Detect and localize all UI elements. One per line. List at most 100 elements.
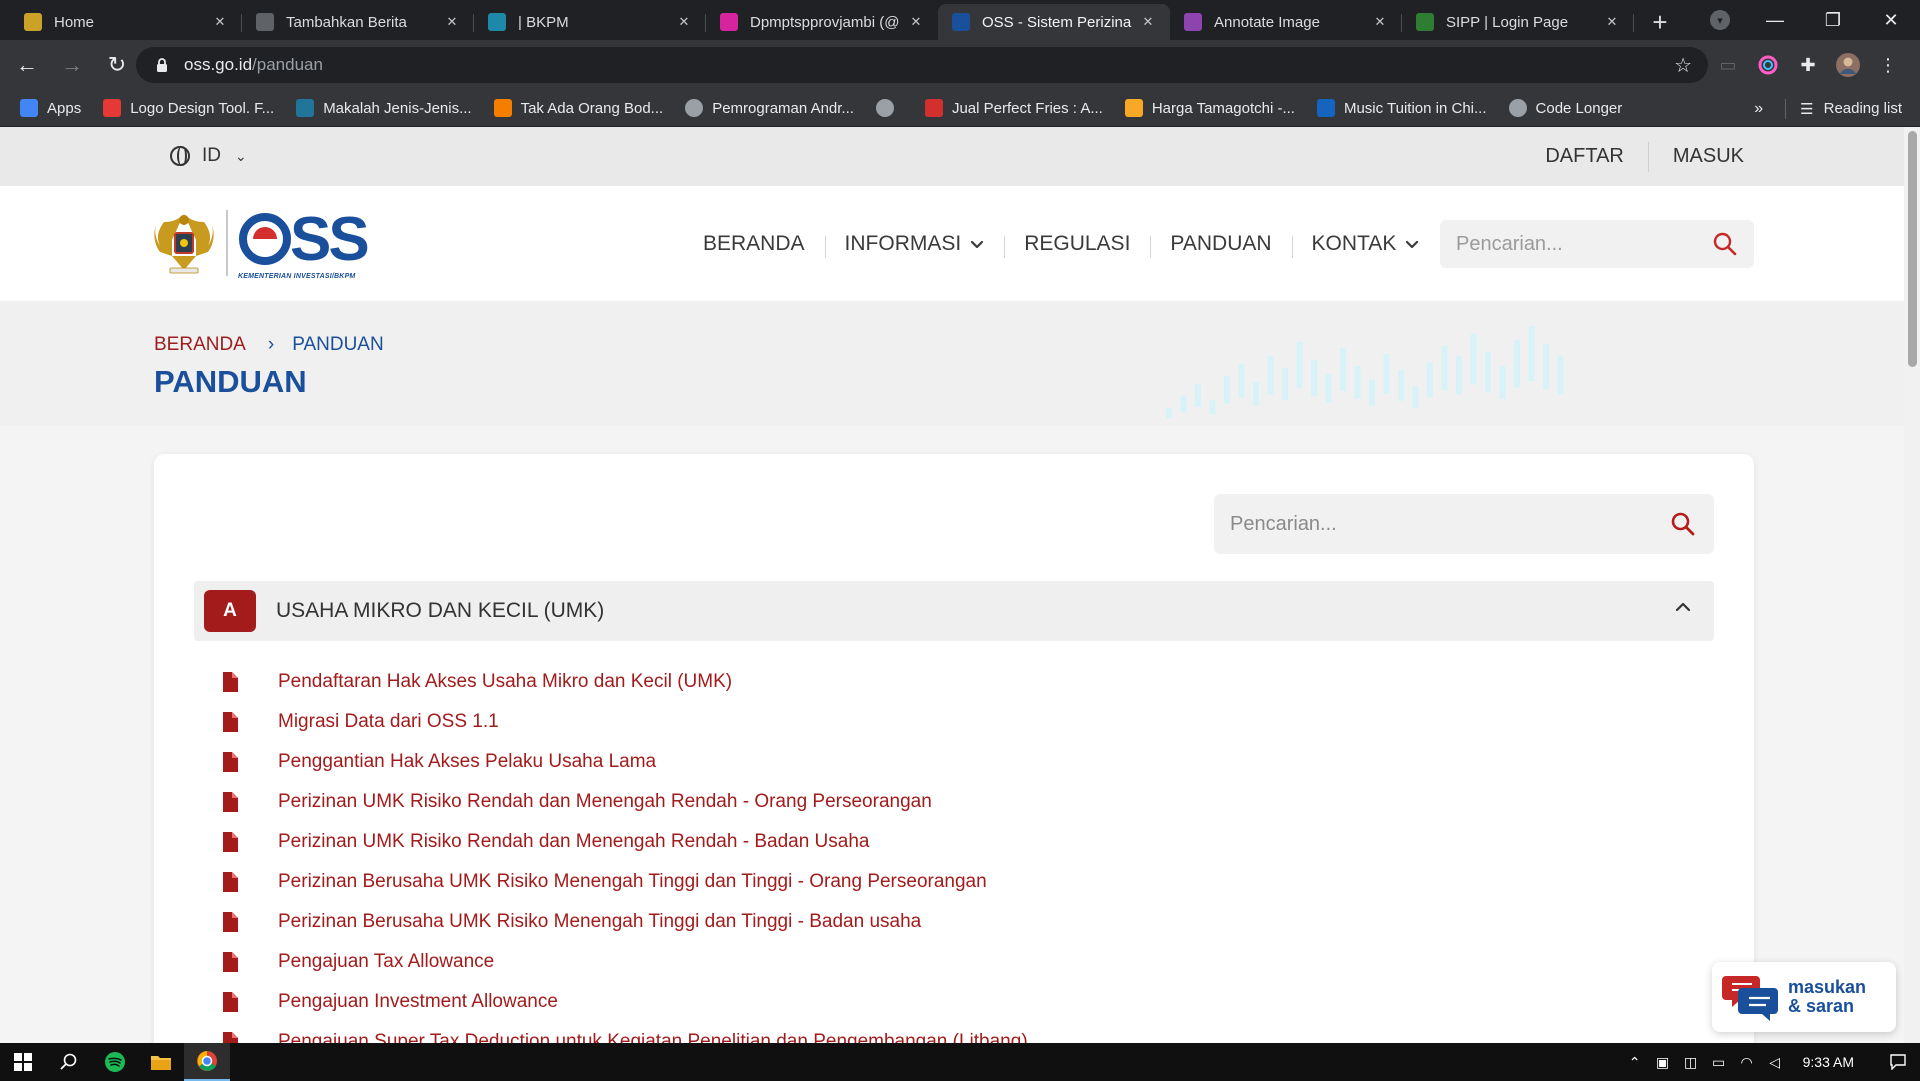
more-bookmarks-icon[interactable]: » bbox=[1754, 100, 1763, 118]
bookmark-item[interactable]: Apps bbox=[20, 99, 81, 117]
logo-subtitle: KEMENTERIAN INVESTASI/BKPM bbox=[238, 273, 356, 280]
color-extension-icon[interactable] bbox=[1750, 47, 1786, 83]
back-button[interactable]: ← bbox=[9, 47, 45, 83]
guide-document-item[interactable]: Pendaftaran Hak Akses Usaha Mikro dan Ke… bbox=[222, 662, 1028, 702]
nav-item-regulasi[interactable]: REGULASI bbox=[1004, 232, 1150, 258]
guide-document-link[interactable]: Perizinan UMK Risiko Rendah dan Menengah… bbox=[278, 831, 869, 853]
guide-document-link[interactable]: Pengajuan Super Tax Deduction untuk Kegi… bbox=[278, 1031, 1028, 1043]
header-search-input[interactable]: Pencarian... bbox=[1440, 220, 1754, 268]
meet-now-icon[interactable]: ▣ bbox=[1649, 1054, 1677, 1071]
browser-tab[interactable]: | BKPM ✕ bbox=[474, 4, 706, 40]
volume-icon[interactable]: ◁ bbox=[1761, 1054, 1789, 1071]
bookmark-item[interactable]: Jual Perfect Fries : A... bbox=[924, 99, 1103, 117]
spotify-icon[interactable] bbox=[92, 1043, 138, 1081]
bookmark-item[interactable]: Tak Ada Orang Bod... bbox=[493, 99, 663, 117]
wifi-icon[interactable]: ◠ bbox=[1733, 1054, 1761, 1071]
bookmark-item[interactable]: Music Tuition in Chi... bbox=[1316, 99, 1487, 117]
address-bar[interactable]: oss.go.id/panduan ☆ bbox=[136, 47, 1708, 83]
kebab-menu-icon[interactable]: ⋮ bbox=[1870, 47, 1906, 83]
bookmark-item[interactable]: Harga Tamagotchi -... bbox=[1124, 99, 1295, 117]
chevron-up-icon[interactable] bbox=[1674, 601, 1692, 613]
windows-start-icon[interactable] bbox=[0, 1043, 46, 1081]
close-tab-icon[interactable]: ✕ bbox=[1138, 12, 1158, 32]
page-title: PANDUAN bbox=[154, 364, 307, 399]
action-center-icon[interactable] bbox=[1876, 1054, 1920, 1070]
accordion-header-umk[interactable]: A USAHA MIKRO DAN KECIL (UMK) bbox=[194, 581, 1714, 641]
battery-icon[interactable]: ▭ bbox=[1705, 1054, 1733, 1071]
file-explorer-icon[interactable] bbox=[138, 1043, 184, 1081]
browser-tab[interactable]: SIPP | Login Page ✕ bbox=[1402, 4, 1634, 40]
guide-document-item[interactable]: Pengajuan Investment Allowance bbox=[222, 982, 1028, 1022]
page-scrollbar[interactable] bbox=[1904, 127, 1920, 1043]
close-tab-icon[interactable]: ✕ bbox=[210, 12, 230, 32]
close-tab-icon[interactable]: ✕ bbox=[906, 12, 926, 32]
guide-document-item[interactable]: Perizinan UMK Risiko Rendah dan Menengah… bbox=[222, 782, 1028, 822]
reading-list-icon[interactable]: ☰ bbox=[1800, 100, 1813, 118]
login-link[interactable]: MASUK bbox=[1673, 145, 1744, 168]
search-icon[interactable] bbox=[1712, 231, 1738, 257]
taskbar-clock[interactable]: 9:33 AM bbox=[1803, 1054, 1854, 1070]
guide-document-item[interactable]: Pengajuan Super Tax Deduction untuk Kegi… bbox=[222, 1022, 1028, 1043]
browser-tab[interactable]: Dpmptspprovjambi (@ ✕ bbox=[706, 4, 938, 40]
forward-button[interactable]: → bbox=[54, 47, 90, 83]
guide-document-link[interactable]: Perizinan UMK Risiko Rendah dan Menengah… bbox=[278, 791, 932, 813]
bookmark-item[interactable]: Logo Design Tool. F... bbox=[103, 99, 274, 117]
tray-overflow-icon[interactable]: ⌃ bbox=[1621, 1054, 1649, 1071]
bookmark-item[interactable] bbox=[875, 99, 903, 117]
guide-document-link[interactable]: Perizinan Berusaha UMK Risiko Menengah T… bbox=[278, 911, 921, 933]
search-icon[interactable] bbox=[1670, 511, 1696, 537]
tab-search-button[interactable]: ▾ bbox=[1700, 0, 1740, 40]
guide-document-link[interactable]: Perizinan Berusaha UMK Risiko Menengah T… bbox=[278, 871, 987, 893]
screen-capture-icon[interactable]: ◫ bbox=[1677, 1054, 1705, 1071]
guide-search-input[interactable]: Pencarian... bbox=[1214, 494, 1714, 554]
file-document-icon bbox=[223, 872, 238, 892]
close-tab-icon[interactable]: ✕ bbox=[1602, 12, 1622, 32]
guide-document-item[interactable]: Perizinan UMK Risiko Rendah dan Menengah… bbox=[222, 822, 1028, 862]
nav-item-kontak[interactable]: KONTAK bbox=[1291, 231, 1440, 258]
chrome-taskbar-icon[interactable] bbox=[184, 1043, 230, 1081]
guide-document-item[interactable]: Perizinan Berusaha UMK Risiko Menengah T… bbox=[222, 862, 1028, 902]
guide-document-item[interactable]: Migrasi Data dari OSS 1.1 bbox=[222, 702, 1028, 742]
minimize-button[interactable]: — bbox=[1746, 0, 1804, 40]
nav-item-informasi[interactable]: INFORMASI bbox=[824, 232, 1005, 258]
reader-mode-icon[interactable]: ▭ bbox=[1710, 47, 1746, 83]
bookmark-item[interactable]: Makalah Jenis-Jenis... bbox=[296, 99, 472, 117]
profile-avatar[interactable] bbox=[1830, 47, 1866, 83]
nav-item-beranda[interactable]: BERANDA bbox=[683, 232, 825, 256]
restore-button[interactable]: ❐ bbox=[1804, 0, 1862, 40]
browser-tab[interactable]: Annotate Image ✕ bbox=[1170, 4, 1402, 40]
search-icon[interactable] bbox=[46, 1043, 92, 1081]
file-document-icon bbox=[223, 712, 238, 732]
browser-tab[interactable]: OSS - Sistem Perizinan ✕ bbox=[938, 4, 1170, 40]
nav-item-panduan[interactable]: PANDUAN bbox=[1150, 232, 1291, 258]
guide-document-link[interactable]: Pengajuan Investment Allowance bbox=[278, 991, 558, 1013]
bookmark-item[interactable]: Pemrograman Andr... bbox=[685, 99, 854, 117]
guide-document-link[interactable]: Pendaftaran Hak Akses Usaha Mikro dan Ke… bbox=[278, 671, 732, 693]
site-logo[interactable]: SS KEMENTERIAN INVESTASI/BKPM bbox=[152, 205, 374, 280]
new-tab-button[interactable]: + bbox=[1642, 4, 1678, 40]
close-tab-icon[interactable]: ✕ bbox=[1370, 12, 1390, 32]
language-selector[interactable]: ID ⌄ bbox=[170, 145, 247, 167]
browser-tab[interactable]: Home ✕ bbox=[10, 4, 242, 40]
feedback-widget[interactable]: masukan & saran bbox=[1712, 962, 1896, 1032]
close-tab-icon[interactable]: ✕ bbox=[674, 12, 694, 32]
guide-document-link[interactable]: Penggantian Hak Akses Pelaku Usaha Lama bbox=[278, 751, 656, 773]
guide-document-link[interactable]: Pengajuan Tax Allowance bbox=[278, 951, 494, 973]
reload-button[interactable]: ↻ bbox=[99, 47, 135, 83]
breadcrumb-home[interactable]: BERANDA bbox=[154, 334, 246, 356]
close-window-button[interactable]: ✕ bbox=[1862, 0, 1920, 40]
scrollbar-thumb[interactable] bbox=[1908, 131, 1917, 367]
reading-list-label[interactable]: Reading list bbox=[1824, 100, 1902, 117]
guide-document-item[interactable]: Pengajuan Tax Allowance bbox=[222, 942, 1028, 982]
guide-document-link[interactable]: Migrasi Data dari OSS 1.1 bbox=[278, 711, 499, 733]
url-path: /panduan bbox=[252, 55, 323, 74]
extensions-puzzle-icon[interactable]: ✚ bbox=[1790, 47, 1826, 83]
close-tab-icon[interactable]: ✕ bbox=[442, 12, 462, 32]
bookmark-star-icon[interactable]: ☆ bbox=[1674, 53, 1692, 78]
guide-document-item[interactable]: Penggantian Hak Akses Pelaku Usaha Lama bbox=[222, 742, 1028, 782]
nav-item-label: KONTAK bbox=[1311, 231, 1397, 255]
guide-document-item[interactable]: Perizinan Berusaha UMK Risiko Menengah T… bbox=[222, 902, 1028, 942]
browser-tab[interactable]: Tambahkan Berita ✕ bbox=[242, 4, 474, 40]
bookmark-item[interactable]: Code Longer bbox=[1508, 99, 1622, 117]
register-link[interactable]: DAFTAR bbox=[1545, 145, 1624, 168]
